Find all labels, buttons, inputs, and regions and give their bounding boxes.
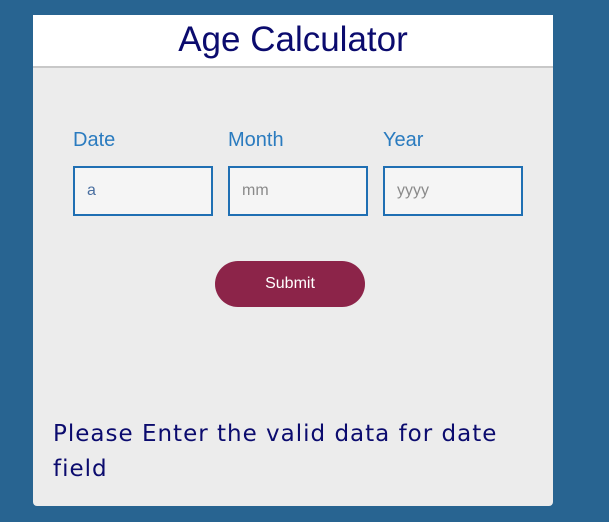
- submit-button[interactable]: Submit: [215, 261, 365, 307]
- page-title: Age Calculator: [178, 20, 408, 59]
- year-label: Year: [383, 129, 424, 151]
- month-input[interactable]: [228, 166, 368, 216]
- year-input[interactable]: [383, 166, 523, 216]
- date-input[interactable]: [73, 166, 213, 216]
- month-field-group: Month: [228, 128, 368, 216]
- date-field-group: Date: [73, 128, 213, 216]
- date-label: Date: [73, 129, 116, 151]
- validation-message: Please Enter the valid data for date fie…: [53, 421, 498, 482]
- age-calculator-card: Age Calculator Date Month Year Submit Pl…: [33, 15, 553, 506]
- year-field-group: Year: [383, 128, 523, 216]
- month-label: Month: [228, 129, 284, 151]
- card-header: Age Calculator: [33, 15, 553, 68]
